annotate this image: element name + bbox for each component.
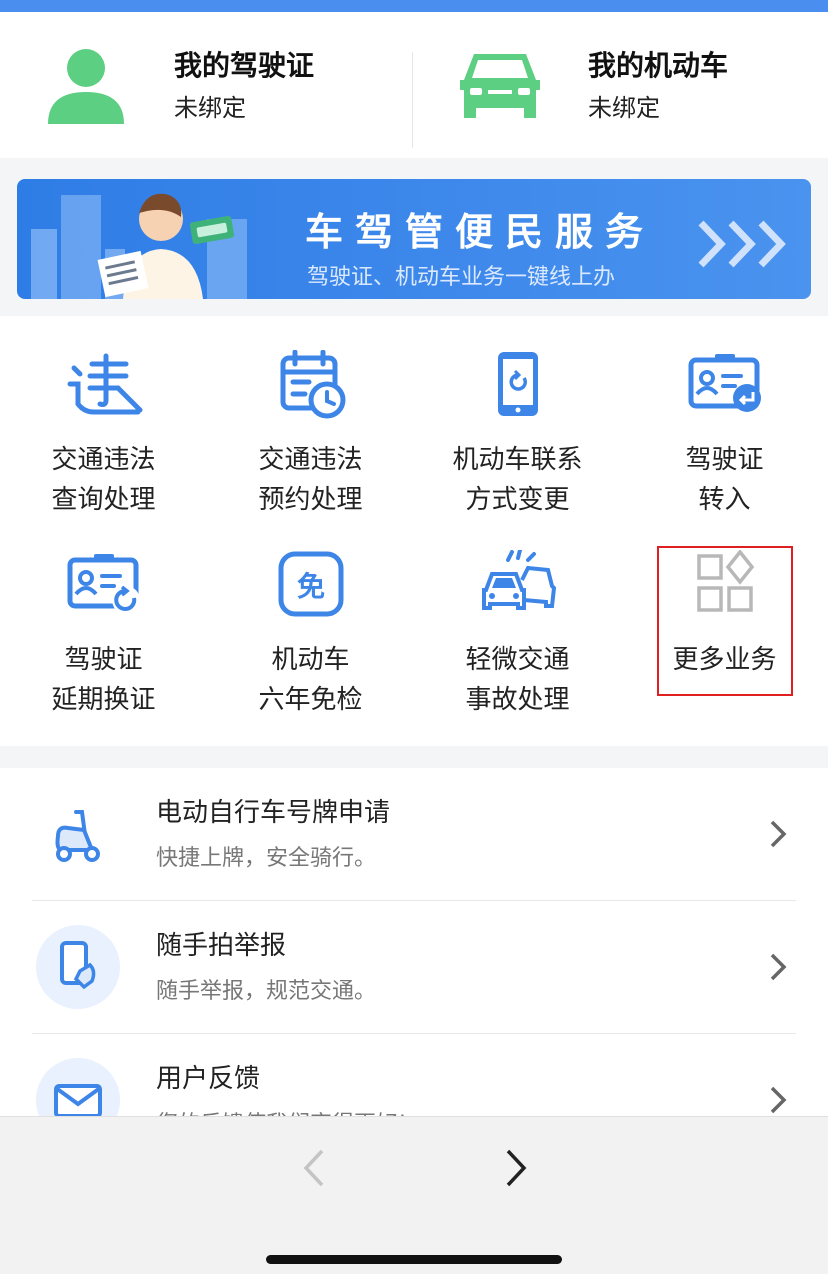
my-vehicle-title: 我的机动车 (588, 49, 729, 82)
back-arrow-icon[interactable] (294, 1145, 334, 1191)
service-label-line2: 转入 (698, 485, 751, 515)
service-label-line1: 交通违法 (51, 445, 156, 475)
phone-report-icon (36, 925, 120, 1009)
list-item-subtitle: 您的反馈使我们变得更好! (156, 1106, 407, 1116)
car-icon (460, 54, 540, 118)
list-item-subtitle: 随手举报，规范交通。 (156, 979, 377, 1004)
list-item-title: 电动自行车号牌申请 (156, 798, 391, 828)
home-indicator[interactable] (266, 1255, 562, 1264)
my-license-title: 我的驾驶证 (174, 49, 315, 82)
list-item-title: 用户反馈 (156, 1064, 261, 1094)
service-six-year-exempt[interactable]: 免 机动车 六年免检 (207, 516, 414, 716)
license-transfer-icon (688, 354, 761, 412)
top-strip (0, 0, 828, 12)
chevron-right-icon (770, 1086, 787, 1114)
banner-subtitle: 驾驶证、机动车业务一键线上办 (307, 265, 616, 290)
list-item-ebike-plate[interactable]: 电动自行车号牌申请 快捷上牌，安全骑行。 (0, 768, 828, 901)
exempt-icon: 免 (278, 551, 344, 617)
chevron-right-icon (770, 953, 787, 981)
feature-list: 电动自行车号牌申请 快捷上牌，安全骑行。 随手拍举报 随手举报，规范交通。 用户… (0, 768, 828, 1116)
city-illustration (31, 193, 247, 299)
service-label-line2: 事故处理 (465, 685, 570, 715)
service-label-line1: 轻微交通 (465, 645, 570, 675)
service-violation-appointment[interactable]: 交通违法 预约处理 (207, 316, 414, 516)
browser-toolbar (0, 1116, 828, 1274)
my-vehicle-status: 未绑定 (588, 94, 660, 122)
service-label-line2: 预约处理 (258, 485, 363, 515)
header-divider (412, 52, 413, 148)
mail-icon (36, 1058, 120, 1116)
violation-icon (67, 353, 143, 415)
banner-section: 车驾管便民服务 驾驶证、机动车业务一键线上办 (0, 158, 828, 316)
service-label-line2: 延期换证 (51, 685, 156, 715)
service-minor-accident[interactable]: 轻微交通 事故处理 (414, 516, 621, 716)
license-renew-icon (67, 554, 140, 614)
banner-title: 车驾管便民服务 (305, 210, 656, 254)
service-license-renewal[interactable]: 驾驶证 延期换证 (0, 516, 207, 716)
service-label-line1: 机动车 (271, 645, 350, 675)
service-label-line2: 方式变更 (465, 485, 570, 515)
my-license-card[interactable]: 我的驾驶证 未绑定 (0, 12, 414, 158)
scooter-icon (55, 810, 100, 862)
chevron-right-icon (770, 820, 787, 848)
list-item-subtitle: 快捷上牌，安全骑行。 (156, 846, 377, 871)
header: 我的驾驶证 未绑定 我的机动车 未绑定 (0, 12, 828, 158)
service-contact-change[interactable]: 机动车联系 方式变更 (414, 316, 621, 516)
calendar-clock-icon (280, 350, 346, 419)
svg-text:免: 免 (297, 570, 325, 603)
forward-arrow-icon[interactable] (496, 1145, 536, 1191)
service-label-line2: 六年免检 (258, 685, 363, 715)
service-label-line2: 查询处理 (51, 485, 156, 515)
my-license-status: 未绑定 (174, 94, 246, 122)
list-item-feedback[interactable]: 用户反馈 您的反馈使我们变得更好! (0, 1034, 828, 1116)
service-label-line1: 机动车联系 (452, 445, 583, 475)
highlight-box (657, 546, 793, 696)
phone-refresh-icon (498, 352, 538, 416)
list-item-report[interactable]: 随手拍举报 随手举报，规范交通。 (0, 901, 828, 1034)
list-item-title: 随手拍举报 (156, 931, 287, 961)
service-banner[interactable]: 车驾管便民服务 驾驶证、机动车业务一键线上办 (17, 179, 811, 299)
car-accident-icon (482, 550, 557, 610)
service-license-transfer[interactable]: 驾驶证 转入 (621, 316, 828, 516)
service-label-line1: 驾驶证 (685, 445, 764, 475)
person-icon (48, 49, 124, 124)
service-grid: 交通违法 查询处理 交通违法 预约处理 机动车联系 方式变更 驾驶证 转入 驾驶… (0, 316, 828, 746)
chevrons-right-icon (698, 220, 786, 268)
my-vehicle-card[interactable]: 我的机动车 未绑定 (414, 12, 828, 158)
service-label-line1: 交通违法 (258, 445, 363, 475)
service-violation-query[interactable]: 交通违法 查询处理 (0, 316, 207, 516)
service-label-line1: 驾驶证 (64, 645, 143, 675)
